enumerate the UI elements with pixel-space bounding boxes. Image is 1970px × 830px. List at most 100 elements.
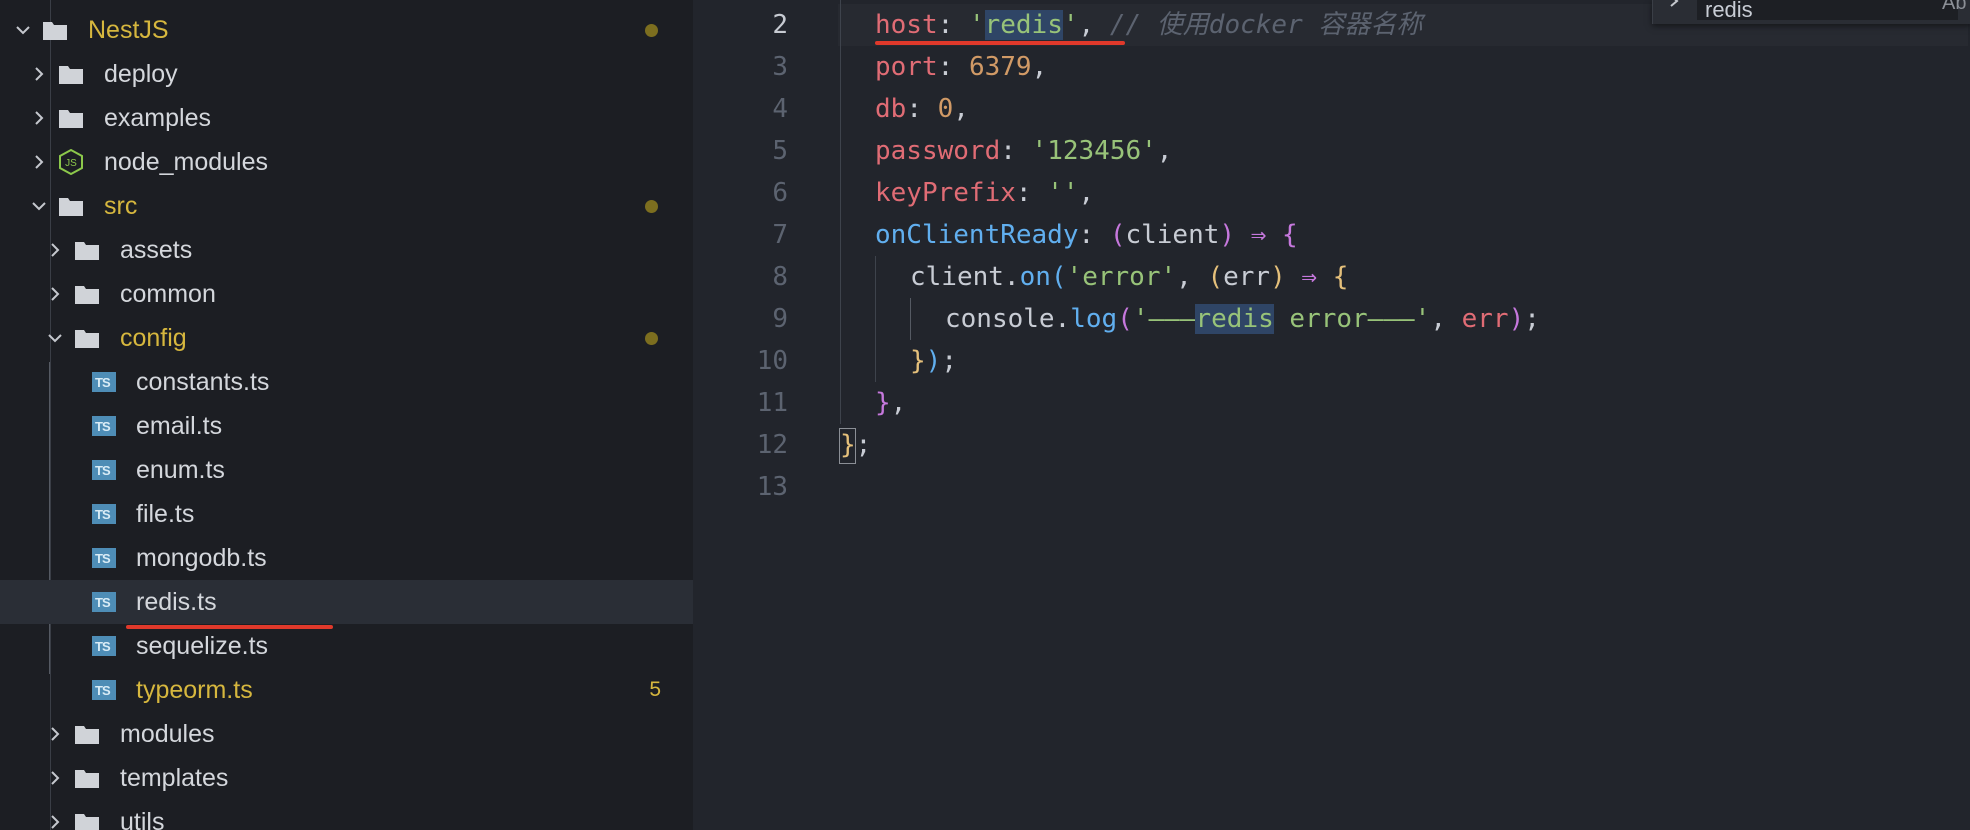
line-number: 8 [772,262,788,292]
chevron-right-icon[interactable] [1667,0,1681,8]
tree-item-enum-ts[interactable]: TS enum.ts [0,448,693,492]
code-token: log [1070,304,1118,334]
code-token: ( [1207,262,1224,292]
tree-item-label: node_modules [104,148,269,176]
tree-item-mongodb-ts[interactable]: TS mongodb.ts [0,536,693,580]
tree-item-label: templates [120,764,229,792]
tree-item-redis-ts[interactable]: TS redis.ts [0,580,693,624]
chevron-right-icon [30,153,48,171]
chevron-right-icon [46,769,64,787]
code-token: , [953,94,969,124]
tree-item-email-ts[interactable]: TS email.ts [0,404,693,448]
code-token: '——— [1132,304,1196,334]
code-token: ( [1109,220,1126,250]
folder-icon [58,63,84,85]
modified-dot [645,200,658,213]
chevron-down-icon [14,21,32,39]
tree-item-label: assets [120,236,193,264]
code-token: ( [1050,262,1067,292]
line-number: 13 [756,472,788,502]
folder-icon [58,195,84,217]
folder-icon [74,283,100,305]
code-line: db: 0, [875,88,969,130]
code-token: err [1223,262,1271,292]
code-line: keyPrefix: '', [875,172,1094,214]
typescript-file-icon: TS [92,372,116,392]
indent-guide [840,0,841,424]
code-token: host [875,10,938,40]
tree-item-node-modules[interactable]: JS node_modules [0,140,693,184]
tree-item-label: config [120,324,187,352]
tree-item-label: src [104,192,138,220]
code-token: , [1078,178,1095,208]
code-token: . [1054,304,1071,334]
code-token: { [1332,262,1349,292]
tree-item-utils[interactable]: utils [0,800,693,830]
code-token: , [1078,10,1110,40]
line-number: 6 [772,178,788,208]
code-token: : [1078,220,1110,250]
match-case-toggle[interactable]: Ab [1942,0,1966,15]
find-input[interactable]: redis [1697,0,1958,20]
tree-item-modules[interactable]: modules [0,712,693,756]
tree-item-label: enum.ts [136,456,225,484]
code-line: }); [910,340,957,382]
modified-dot [645,332,658,345]
code-token: : [1015,178,1048,208]
typescript-file-icon: TS [92,548,116,568]
tree-item-label: email.ts [136,412,223,440]
tree-item-label: common [120,280,216,308]
code-token: 0 [937,94,954,124]
nodejs-icon: JS [58,149,84,175]
code-token: '123456' [1031,136,1157,166]
search-match-highlight: redis [1195,304,1274,334]
tree-item-label: file.ts [136,500,195,528]
tree-item-typeorm-ts[interactable]: TS typeorm.ts 5 [0,668,693,712]
tree-item-deploy[interactable]: deploy [0,52,693,96]
code-token: , [1430,304,1462,334]
tree-item-file-ts[interactable]: TS file.ts [0,492,693,536]
chevron-right-icon [30,65,48,83]
typescript-file-icon: TS [92,680,116,700]
line-number: 10 [756,346,788,376]
tree-item-nestjs[interactable]: NestJS [0,8,693,52]
code-token: ' [1062,10,1079,40]
svg-text:JS: JS [65,158,77,169]
typescript-file-icon: TS [92,416,116,436]
code-token: : [937,10,969,40]
tree-item-sequelize-ts[interactable]: TS sequelize.ts [0,624,693,668]
tree-item-assets[interactable]: assets [0,228,693,272]
code-line: onClientReady: (client) ⇒ { [875,214,1298,256]
tree-item-label: typeorm.ts [136,676,253,704]
code-editor[interactable]: 2 3 4 5 6 7 8 9 10 11 12 13 host: 'redis… [693,0,1970,830]
code-token: ; [1524,304,1540,334]
code-token: ⇒ [1235,220,1283,250]
annotation-underline [875,41,1125,45]
code-token: port [875,52,938,82]
code-token: client [910,262,1004,292]
indent-guide [910,298,911,340]
code-token: , [1176,262,1208,292]
tree-item-examples[interactable]: examples [0,96,693,140]
code-token: } [910,346,926,376]
code-token: ( [1117,304,1133,334]
code-token: , [890,388,907,418]
folder-icon [74,239,100,261]
chevron-down-icon [30,197,48,215]
tree-item-src[interactable]: src [0,184,693,228]
code-token: on [1019,262,1051,292]
line-number: 2 [772,10,788,40]
line-number: 11 [756,388,788,418]
line-number: 12 [756,430,788,460]
tree-item-templates[interactable]: templates [0,756,693,800]
line-number: 4 [772,94,788,124]
tree-item-constants-ts[interactable]: TS constants.ts [0,360,693,404]
code-line: console.log('———redis error———', err); [945,298,1540,340]
tree-item-label: deploy [104,60,178,88]
tree-item-config[interactable]: config [0,316,693,360]
chevron-right-icon [46,725,64,743]
chevron-right-icon [46,285,64,303]
tree-item-common[interactable]: common [0,272,693,316]
code-token: client [1125,220,1220,250]
code-token: ; [941,346,957,376]
